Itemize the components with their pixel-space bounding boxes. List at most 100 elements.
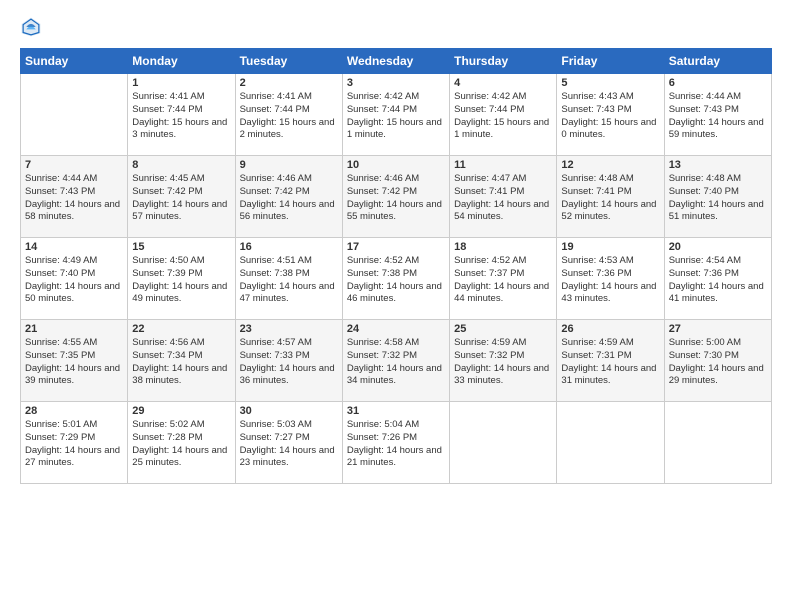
day-number: 26 — [561, 323, 659, 335]
calendar-cell: 1Sunrise: 4:41 AMSunset: 7:44 PMDaylight… — [128, 74, 235, 156]
day-info: Sunrise: 4:42 AMSunset: 7:44 PMDaylight:… — [347, 91, 445, 142]
calendar-cell: 17 Sunrise: 4:52 AMSunset: 7:38 PMDayligh… — [342, 238, 449, 320]
day-info: Sunrise: 4:59 AMSunset: 7:32 PMDaylight:… — [454, 337, 552, 388]
day-info: Sunrise: 4:57 AMSunset: 7:33 PMDaylight:… — [240, 337, 338, 388]
day-number: 19 — [561, 241, 659, 253]
day-number: 17 — [347, 241, 445, 253]
day-number: 10 — [347, 159, 445, 171]
day-number: 9 — [240, 159, 338, 171]
calendar-cell: 25 Sunrise: 4:59 AMSunset: 7:32 PMDayligh… — [450, 320, 557, 402]
day-info: Sunrise: 4:46 AMSunset: 7:42 PMDaylight:… — [347, 173, 445, 224]
day-number: 27 — [669, 323, 767, 335]
header — [20, 16, 772, 38]
logo-icon — [20, 16, 42, 38]
weekday-header-saturday: Saturday — [664, 49, 771, 74]
day-info: Sunrise: 4:50 AMSunset: 7:39 PMDaylight:… — [132, 255, 230, 306]
calendar-cell: 5 Sunrise: 4:43 AMSunset: 7:43 PMDaylight… — [557, 74, 664, 156]
calendar-cell: 12 Sunrise: 4:48 AMSunset: 7:41 PMDayligh… — [557, 156, 664, 238]
calendar-cell: 13 Sunrise: 4:48 AMSunset: 7:40 PMDayligh… — [664, 156, 771, 238]
day-number: 22 — [132, 323, 230, 335]
week-row-3: 14Sunrise: 4:49 AMSunset: 7:40 PMDayligh… — [21, 238, 772, 320]
day-info: Sunrise: 4:41 AMSunset: 7:44 PMDaylight:… — [132, 91, 230, 142]
weekday-header-row: SundayMondayTuesdayWednesdayThursdayFrid… — [21, 49, 772, 74]
calendar-cell: 16 Sunrise: 4:51 AMSunset: 7:38 PMDayligh… — [235, 238, 342, 320]
calendar-cell: 21 Sunrise: 4:55 AMSunset: 7:35 PMDayligh… — [21, 320, 128, 402]
calendar-cell: 20 Sunrise: 4:54 AMSunset: 7:36 PMDayligh… — [664, 238, 771, 320]
calendar-cell: 24 Sunrise: 4:58 AMSunset: 7:32 PMDayligh… — [342, 320, 449, 402]
calendar-cell: 6 Sunrise: 4:44 AMSunset: 7:43 PMDaylight… — [664, 74, 771, 156]
day-number: 5 — [561, 77, 659, 89]
day-number: 25 — [454, 323, 552, 335]
weekday-header-friday: Friday — [557, 49, 664, 74]
calendar-cell: 4 Sunrise: 4:42 AMSunset: 7:44 PMDaylight… — [450, 74, 557, 156]
day-number: 13 — [669, 159, 767, 171]
calendar-cell — [21, 74, 128, 156]
day-info: Sunrise: 4:41 AMSunset: 7:44 PMDaylight:… — [240, 91, 338, 142]
day-number: 12 — [561, 159, 659, 171]
day-info: Sunrise: 4:48 AMSunset: 7:41 PMDaylight:… — [561, 173, 659, 224]
day-info: Sunrise: 5:04 AMSunset: 7:26 PMDaylight:… — [347, 419, 445, 470]
day-info: Sunrise: 4:51 AMSunset: 7:38 PMDaylight:… — [240, 255, 338, 306]
day-info: Sunrise: 4:48 AMSunset: 7:40 PMDaylight:… — [669, 173, 767, 224]
calendar-cell: 3 Sunrise: 4:42 AMSunset: 7:44 PMDaylight… — [342, 74, 449, 156]
day-number: 18 — [454, 241, 552, 253]
day-number: 3 — [347, 77, 445, 89]
day-info: Sunrise: 4:56 AMSunset: 7:34 PMDaylight:… — [132, 337, 230, 388]
day-number: 16 — [240, 241, 338, 253]
page: SundayMondayTuesdayWednesdayThursdayFrid… — [0, 0, 792, 612]
calendar-cell: 27Sunrise: 5:00 AMSunset: 7:30 PMDayligh… — [664, 320, 771, 402]
day-info: Sunrise: 4:52 AMSunset: 7:37 PMDaylight:… — [454, 255, 552, 306]
calendar-cell: 22 Sunrise: 4:56 AMSunset: 7:34 PMDayligh… — [128, 320, 235, 402]
day-number: 4 — [454, 77, 552, 89]
day-info: Sunrise: 4:52 AMSunset: 7:38 PMDaylight:… — [347, 255, 445, 306]
weekday-header-monday: Monday — [128, 49, 235, 74]
day-info: Sunrise: 4:42 AMSunset: 7:44 PMDaylight:… — [454, 91, 552, 142]
day-info: Sunrise: 4:46 AMSunset: 7:42 PMDaylight:… — [240, 173, 338, 224]
calendar-cell — [450, 402, 557, 484]
calendar-cell: 8Sunrise: 4:45 AMSunset: 7:42 PMDaylight… — [128, 156, 235, 238]
calendar-cell: 15Sunrise: 4:50 AMSunset: 7:39 PMDayligh… — [128, 238, 235, 320]
weekday-header-thursday: Thursday — [450, 49, 557, 74]
day-info: Sunrise: 4:44 AMSunset: 7:43 PMDaylight:… — [669, 91, 767, 142]
day-info: Sunrise: 5:02 AMSunset: 7:28 PMDaylight:… — [132, 419, 230, 470]
calendar-cell: 30 Sunrise: 5:03 AMSunset: 7:27 PMDayligh… — [235, 402, 342, 484]
calendar-table: SundayMondayTuesdayWednesdayThursdayFrid… — [20, 48, 772, 484]
day-info: Sunrise: 4:43 AMSunset: 7:43 PMDaylight:… — [561, 91, 659, 142]
day-number: 6 — [669, 77, 767, 89]
weekday-header-tuesday: Tuesday — [235, 49, 342, 74]
weekday-header-sunday: Sunday — [21, 49, 128, 74]
calendar-cell — [664, 402, 771, 484]
week-row-5: 28Sunrise: 5:01 AMSunset: 7:29 PMDayligh… — [21, 402, 772, 484]
day-info: Sunrise: 4:47 AMSunset: 7:41 PMDaylight:… — [454, 173, 552, 224]
logo — [20, 16, 46, 38]
calendar-cell: 18 Sunrise: 4:52 AMSunset: 7:37 PMDayligh… — [450, 238, 557, 320]
day-number: 7 — [25, 159, 123, 171]
week-row-1: 1Sunrise: 4:41 AMSunset: 7:44 PMDaylight… — [21, 74, 772, 156]
week-row-2: 7 Sunrise: 4:44 AMSunset: 7:43 PMDaylight… — [21, 156, 772, 238]
week-row-4: 21 Sunrise: 4:55 AMSunset: 7:35 PMDayligh… — [21, 320, 772, 402]
calendar-cell — [557, 402, 664, 484]
calendar-cell: 31Sunrise: 5:04 AMSunset: 7:26 PMDayligh… — [342, 402, 449, 484]
day-number: 29 — [132, 405, 230, 417]
day-info: Sunrise: 5:03 AMSunset: 7:27 PMDaylight:… — [240, 419, 338, 470]
calendar-cell: 2Sunrise: 4:41 AMSunset: 7:44 PMDaylight… — [235, 74, 342, 156]
day-info: Sunrise: 4:58 AMSunset: 7:32 PMDaylight:… — [347, 337, 445, 388]
calendar-cell: 19Sunrise: 4:53 AMSunset: 7:36 PMDayligh… — [557, 238, 664, 320]
day-number: 21 — [25, 323, 123, 335]
weekday-header-wednesday: Wednesday — [342, 49, 449, 74]
day-number: 28 — [25, 405, 123, 417]
day-number: 11 — [454, 159, 552, 171]
day-info: Sunrise: 4:55 AMSunset: 7:35 PMDaylight:… — [25, 337, 123, 388]
day-number: 24 — [347, 323, 445, 335]
day-info: Sunrise: 4:54 AMSunset: 7:36 PMDaylight:… — [669, 255, 767, 306]
day-number: 20 — [669, 241, 767, 253]
day-number: 30 — [240, 405, 338, 417]
day-number: 23 — [240, 323, 338, 335]
day-info: Sunrise: 4:59 AMSunset: 7:31 PMDaylight:… — [561, 337, 659, 388]
day-info: Sunrise: 4:44 AMSunset: 7:43 PMDaylight:… — [25, 173, 123, 224]
calendar-cell: 9 Sunrise: 4:46 AMSunset: 7:42 PMDaylight… — [235, 156, 342, 238]
calendar-cell: 23 Sunrise: 4:57 AMSunset: 7:33 PMDayligh… — [235, 320, 342, 402]
calendar-cell: 26 Sunrise: 4:59 AMSunset: 7:31 PMDayligh… — [557, 320, 664, 402]
calendar-cell: 10 Sunrise: 4:46 AMSunset: 7:42 PMDayligh… — [342, 156, 449, 238]
day-number: 8 — [132, 159, 230, 171]
